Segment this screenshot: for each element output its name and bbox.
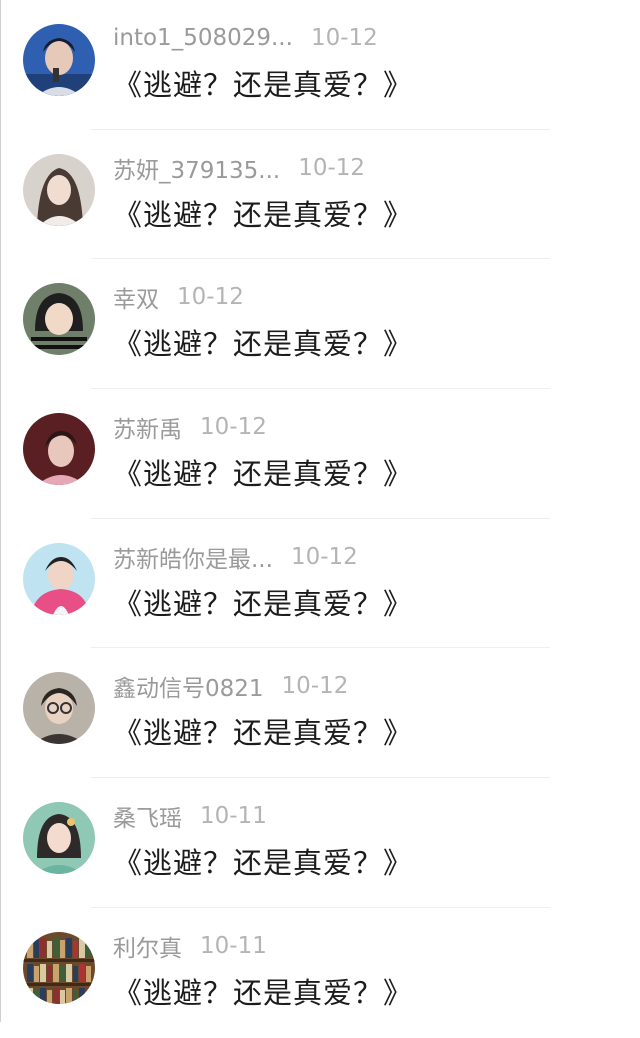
- avatar-icon[interactable]: [23, 24, 95, 96]
- list-item[interactable]: 鑫动信号0821 10-12 《逃避？还是真爱？》: [1, 648, 640, 779]
- username[interactable]: 鑫动信号0821: [113, 669, 264, 703]
- comment-text: 《逃避？还是真爱？》: [113, 197, 414, 232]
- list-item[interactable]: 桑飞瑶 10-11 《逃避？还是真爱？》: [1, 778, 640, 908]
- list-item[interactable]: 幸双 10-12 《逃避？还是真爱？》: [1, 259, 640, 390]
- username[interactable]: into1_508029...: [113, 25, 293, 51]
- comment-text: 《逃避？还是真爱？》: [113, 586, 414, 621]
- list-item[interactable]: 苏新皓你是最... 10-12 《逃避？还是真爱？》: [1, 519, 640, 649]
- list-item[interactable]: into1_508029... 10-12 《逃避？还是真爱？》: [1, 0, 640, 130]
- username[interactable]: 桑飞瑶: [113, 799, 182, 833]
- comment-date: 10-11: [200, 932, 267, 959]
- avatar-icon[interactable]: [23, 153, 95, 226]
- comment-text: 《逃避？还是真爱？》: [113, 846, 414, 881]
- list-item[interactable]: 苏妍_379135... 10-12 《逃避？还是真爱？》: [1, 130, 640, 260]
- username[interactable]: 苏妍_379135...: [113, 151, 280, 185]
- comment-text: 《逃避？还是真爱？》: [113, 327, 414, 362]
- avatar-icon[interactable]: [23, 542, 95, 615]
- avatar-icon[interactable]: [23, 672, 95, 745]
- list-item[interactable]: 利尔真 10-11 《逃避？还是真爱？》: [1, 908, 640, 1038]
- list-item[interactable]: 苏新禹 10-12 《逃避？还是真爱？》: [1, 389, 640, 519]
- comment-date: 10-12: [281, 673, 349, 700]
- username[interactable]: 幸双: [113, 280, 159, 314]
- avatar-icon[interactable]: [23, 931, 95, 1004]
- comment-list: into1_508029... 10-12 《逃避？还是真爱？》 苏妍_3791…: [0, 0, 640, 1022]
- username[interactable]: 利尔真: [113, 929, 182, 963]
- comment-date: 10-12: [298, 154, 366, 181]
- avatar-icon[interactable]: [23, 413, 95, 486]
- comment-text: 《逃避？还是真爱？》: [113, 457, 414, 492]
- comment-text: 《逃避？还是真爱？》: [113, 716, 414, 751]
- comment-date: 10-12: [310, 25, 378, 51]
- comment-date: 10-12: [200, 414, 267, 441]
- username[interactable]: 苏新皓你是最...: [113, 540, 273, 574]
- comment-text: 《逃避？还是真爱？》: [113, 68, 414, 102]
- comment-text: 《逃避？还是真爱？》: [113, 975, 414, 1010]
- avatar-icon[interactable]: [23, 802, 95, 875]
- avatar-icon[interactable]: [23, 283, 95, 356]
- comment-date: 10-11: [200, 803, 267, 830]
- comment-date: 10-12: [177, 284, 244, 311]
- username[interactable]: 苏新禹: [113, 410, 182, 444]
- comment-date: 10-12: [290, 543, 358, 570]
